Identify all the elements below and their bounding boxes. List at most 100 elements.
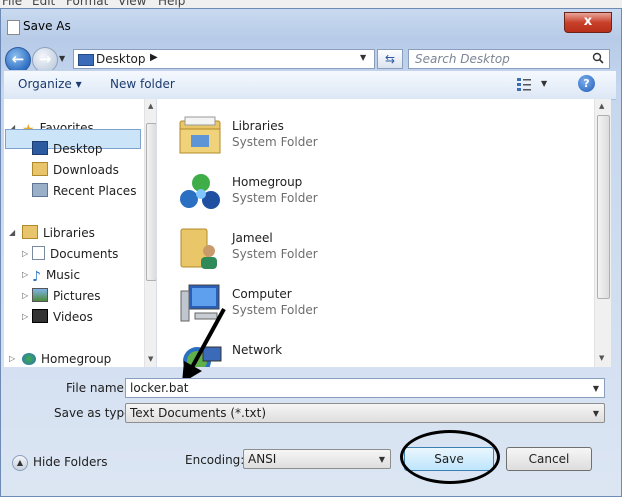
- item-type: System Folder: [232, 135, 318, 149]
- file-name-dropdown-icon[interactable]: ▼: [593, 384, 599, 393]
- sidebar-item-label: Music: [45, 268, 81, 282]
- menu-edit[interactable]: Edit: [32, 0, 55, 8]
- navigation-pane: ◢ ★Favorites Desktop Downloads Recent Pl…: [4, 99, 157, 367]
- hide-folders-button[interactable]: Hide Folders: [33, 455, 108, 469]
- libraries-folder-icon: [177, 113, 225, 159]
- scroll-down-icon[interactable]: ▼: [148, 355, 153, 363]
- desktop-icon: [78, 54, 94, 66]
- sidebar-scrollbar[interactable]: ▲ ▼: [144, 99, 156, 367]
- sidebar-item-libraries[interactable]: Libraries: [22, 224, 95, 242]
- sidebar-item-music[interactable]: ♪ Music: [32, 266, 81, 285]
- encoding-dropdown-icon[interactable]: ▼: [379, 455, 385, 464]
- scroll-up-icon[interactable]: ▲: [599, 102, 604, 110]
- notepad-icon: [7, 20, 20, 35]
- new-folder-button[interactable]: New folder: [110, 77, 175, 91]
- desktop-icon: [32, 141, 48, 155]
- sidebar-item-label: Libraries: [43, 226, 95, 240]
- homegroup-icon: [22, 353, 36, 365]
- music-icon: ♪: [32, 269, 41, 285]
- list-item[interactable]: Homegroup System Folder: [177, 169, 477, 219]
- sidebar-scroll-thumb[interactable]: [146, 123, 156, 281]
- file-list-scrollbar[interactable]: ▲ ▼: [594, 99, 611, 367]
- documents-icon: [32, 246, 45, 260]
- annotation-circle: [400, 430, 500, 484]
- back-arrow-icon: ←: [11, 50, 25, 68]
- sidebar-item-desktop[interactable]: Desktop: [32, 140, 103, 158]
- sidebar-item-pictures[interactable]: Pictures: [32, 287, 101, 305]
- file-name-input[interactable]: locker.bat ▼: [125, 378, 605, 398]
- address-dropdown-icon[interactable]: ▼: [360, 53, 366, 62]
- forward-arrow-icon: →: [38, 50, 52, 68]
- sidebar-item-label: Homegroup: [41, 352, 112, 366]
- homegroup-icon: [177, 169, 225, 215]
- item-name: Homegroup: [232, 175, 303, 189]
- hide-folders-icon[interactable]: ▲: [12, 455, 28, 471]
- sidebar-item-homegroup[interactable]: Homegroup: [22, 350, 111, 367]
- cancel-button[interactable]: Cancel: [506, 447, 592, 471]
- dialog-title: Save As: [23, 19, 71, 33]
- encoding-select[interactable]: ANSI ▼: [243, 449, 391, 469]
- item-name: Libraries: [232, 119, 284, 133]
- music-expand-icon[interactable]: ▷: [22, 270, 28, 279]
- libraries-icon: [22, 225, 38, 239]
- recent-pages-dropdown[interactable]: ▼: [59, 54, 65, 63]
- close-button[interactable]: x: [564, 12, 612, 33]
- address-location[interactable]: Desktop: [96, 52, 146, 66]
- annotation-arrow-icon: [182, 308, 226, 383]
- command-toolbar: Organize ▾ New folder ▼ ?: [4, 70, 616, 100]
- scroll-up-icon[interactable]: ▲: [148, 102, 153, 110]
- item-type: System Folder: [232, 247, 318, 261]
- user-folder-icon: [177, 225, 225, 271]
- item-type: System Folder: [232, 303, 318, 317]
- search-input[interactable]: Search Desktop: [415, 52, 510, 66]
- menu-format[interactable]: Format: [66, 0, 108, 8]
- homegroup-expand-icon[interactable]: ▷: [9, 354, 15, 363]
- sidebar-item-label: Recent Places: [53, 184, 137, 198]
- save-type-dropdown-icon[interactable]: ▼: [593, 409, 599, 418]
- save-type-value[interactable]: Text Documents (*.txt): [130, 406, 266, 420]
- pictures-icon: [32, 288, 48, 302]
- view-options-icon[interactable]: [516, 77, 532, 94]
- address-chevron-icon[interactable]: ▶: [150, 52, 158, 63]
- item-type: System Folder: [232, 191, 318, 205]
- file-name-value[interactable]: locker.bat: [130, 381, 189, 395]
- list-item[interactable]: Libraries System Folder: [177, 113, 477, 163]
- address-bar[interactable]: Desktop ▶ ▼: [73, 49, 375, 69]
- file-list-scroll-thumb[interactable]: [597, 115, 610, 299]
- search-box[interactable]: Search Desktop: [408, 49, 610, 69]
- menu-file[interactable]: File: [2, 0, 22, 8]
- sidebar-item-documents[interactable]: Documents: [32, 245, 118, 263]
- sidebar-item-label: Documents: [50, 247, 119, 261]
- menu-view[interactable]: View: [118, 0, 146, 8]
- sidebar-item-label: Downloads: [53, 163, 119, 177]
- item-name: Computer: [232, 287, 292, 301]
- videos-icon: [32, 309, 48, 323]
- help-icon[interactable]: ?: [578, 75, 595, 92]
- documents-expand-icon[interactable]: ▷: [22, 249, 28, 258]
- sidebar-item-label: Desktop: [53, 142, 103, 156]
- sidebar-item-recent-places[interactable]: Recent Places: [32, 182, 136, 200]
- file-name-label: File name:: [66, 381, 128, 395]
- search-icon[interactable]: [592, 52, 604, 67]
- refresh-icon: ⇆: [384, 52, 396, 66]
- save-type-label: Save as type:: [54, 406, 136, 420]
- sidebar-item-label: Pictures: [53, 289, 101, 303]
- recent-places-icon: [32, 183, 48, 197]
- menu-help[interactable]: Help: [158, 0, 185, 8]
- scroll-down-icon[interactable]: ▼: [599, 354, 604, 362]
- item-name: Jameel: [232, 231, 273, 245]
- save-type-select[interactable]: Text Documents (*.txt) ▼: [125, 403, 605, 423]
- organize-button[interactable]: Organize ▾: [18, 77, 82, 91]
- pictures-expand-icon[interactable]: ▷: [22, 291, 28, 300]
- sidebar-item-downloads[interactable]: Downloads: [32, 161, 119, 179]
- list-item[interactable]: Jameel System Folder: [177, 225, 477, 275]
- encoding-label: Encoding:: [185, 453, 245, 467]
- libraries-expand-icon[interactable]: ◢: [9, 228, 15, 237]
- videos-expand-icon[interactable]: ▷: [22, 312, 28, 321]
- title-bar: Save As x: [1, 9, 621, 43]
- refresh-button[interactable]: ⇆: [377, 49, 403, 69]
- encoding-value[interactable]: ANSI: [248, 452, 276, 466]
- sidebar-item-videos[interactable]: Videos: [32, 308, 93, 326]
- sidebar-item-label: Videos: [53, 310, 93, 324]
- view-dropdown-icon[interactable]: ▼: [541, 79, 547, 88]
